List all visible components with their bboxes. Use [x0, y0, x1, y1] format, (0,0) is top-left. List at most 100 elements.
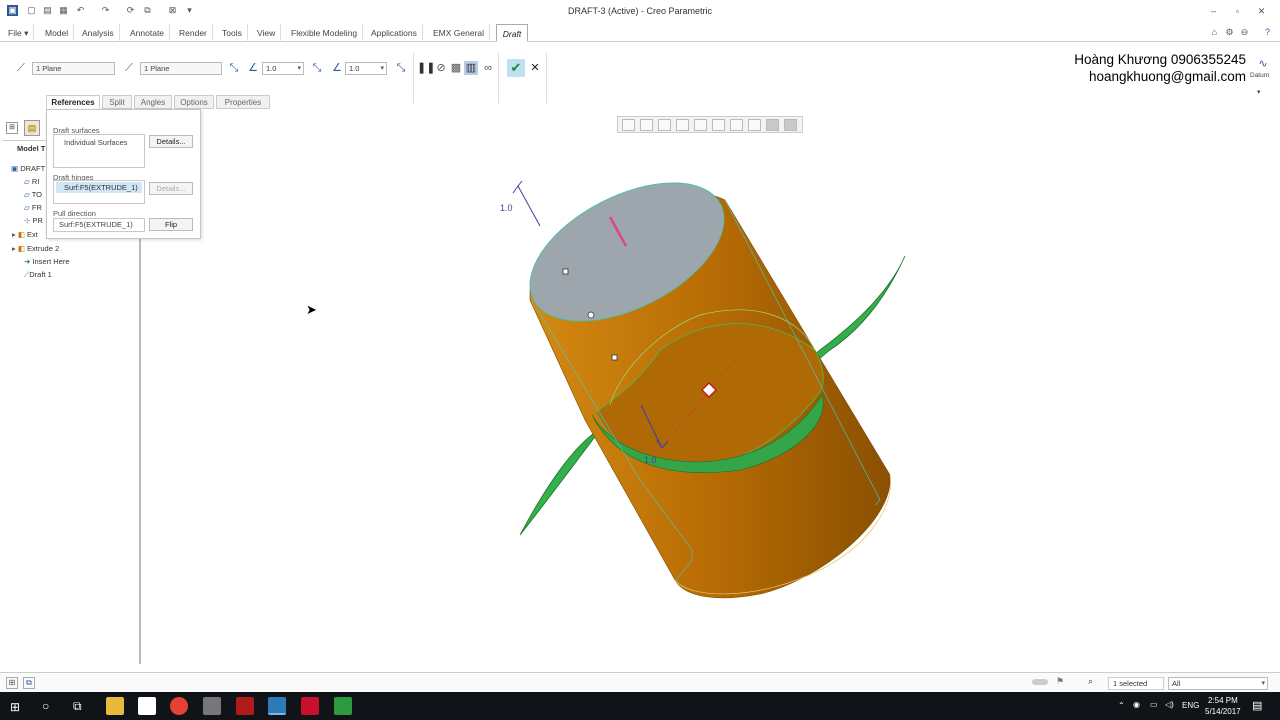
clock-time[interactable]: 2:54 PM — [1208, 696, 1238, 705]
tab-annotate[interactable]: Annotate — [125, 24, 171, 42]
tab-model[interactable]: Model — [40, 24, 75, 42]
file-explorer-icon[interactable] — [106, 697, 124, 715]
folder-browser-icon[interactable]: ▤ — [24, 120, 40, 136]
glasses-icon[interactable]: ∞ — [481, 61, 495, 75]
tree-toggle-icon[interactable]: ⊞ — [6, 677, 18, 689]
subtab-properties[interactable]: Properties — [216, 95, 270, 109]
view-manager-icon[interactable] — [730, 119, 743, 131]
flip-button[interactable]: Flip — [149, 218, 193, 231]
task-view-icon[interactable]: ⧉ — [73, 699, 82, 714]
tab-view[interactable]: View — [252, 24, 282, 42]
preview-icon[interactable]: ▩ — [449, 61, 463, 75]
tab-emx-general[interactable]: EMX General — [428, 24, 491, 42]
no-preview-icon[interactable]: ⊘ — [434, 61, 448, 75]
angle-label-2[interactable]: 1.0 — [644, 455, 657, 465]
saved-orientations-icon[interactable] — [712, 119, 725, 131]
datum-display-icon[interactable] — [766, 119, 779, 131]
settings-icon[interactable]: ⚙ — [1224, 27, 1235, 38]
power-icon[interactable]: ▭ — [1150, 700, 1158, 709]
flip-side-icon[interactable]: ⤡ — [394, 61, 408, 75]
zoom-out-icon[interactable] — [658, 119, 671, 131]
tree-item-extrude-1[interactable]: ▸ ◧ Ext — [12, 230, 38, 239]
subtab-split[interactable]: Split — [102, 95, 132, 109]
pull-axis — [659, 359, 736, 451]
datum-expand-icon[interactable]: ▾ — [1257, 88, 1261, 96]
tree-view-icon[interactable]: ⊞ — [6, 122, 18, 134]
language-indicator[interactable]: ENG — [1182, 701, 1199, 710]
windows-start-icon[interactable]: ⊞ — [10, 700, 20, 714]
flag-icon[interactable]: ⚑ — [1056, 676, 1064, 687]
draft-hinges-item[interactable]: Surf:F5(EXTRUDE_1) — [56, 182, 142, 193]
draft-surfaces-details-button[interactable]: Details... — [149, 135, 193, 148]
perspective-icon[interactable] — [748, 119, 761, 131]
drag-handle-2 — [587, 311, 595, 319]
search-icon[interactable]: ○ — [42, 699, 49, 713]
display-style-icon[interactable] — [694, 119, 707, 131]
volume-icon[interactable]: ◁) — [1165, 700, 1174, 709]
close-icon[interactable]: ✕ — [1256, 6, 1267, 17]
subtab-angles[interactable]: Angles — [134, 95, 172, 109]
ok-check-icon[interactable]: ✔ — [507, 59, 525, 77]
tab-tools[interactable]: Tools — [217, 24, 248, 42]
divider — [498, 53, 499, 103]
cylinder-top-cap — [529, 182, 725, 322]
find-icon[interactable]: ⌕ — [1088, 676, 1093, 687]
subtab-options[interactable]: Options — [174, 95, 214, 109]
camtasia-icon[interactable] — [334, 697, 352, 715]
expand-arrow-icon[interactable]: ▸ — [12, 230, 16, 239]
creo-icon[interactable] — [268, 697, 286, 715]
tab-file[interactable]: File ▾ — [3, 24, 35, 42]
tab-render[interactable]: Render — [174, 24, 213, 42]
clock-date[interactable]: 5/14/2017 — [1205, 707, 1241, 716]
store-icon[interactable] — [138, 697, 156, 715]
hinge-field-2[interactable]: 1 Plane — [140, 62, 222, 75]
matlab-icon[interactable] — [236, 697, 254, 715]
notifications-icon[interactable]: ▤ — [1252, 699, 1262, 712]
calculator-icon[interactable] — [203, 697, 221, 715]
tree-item-extrude-2[interactable]: ▸ ◧ Extrude 2 — [12, 244, 59, 253]
tree-item-right[interactable]: ▱ RI — [24, 177, 39, 186]
tree-item-draft-1[interactable]: ⟋Draft 1 — [24, 270, 52, 280]
tab-flexible-modeling[interactable]: Flexible Modeling — [286, 24, 364, 42]
annotation-display-icon[interactable] — [784, 119, 797, 131]
pull-direction-collector[interactable]: Surf:F5(EXTRUDE_1) — [53, 218, 145, 232]
datum-icon[interactable]: ∿ — [1252, 58, 1274, 70]
help-icon[interactable]: ? — [1262, 27, 1273, 38]
hinge-field-1[interactable]: 1 Plane — [32, 62, 115, 75]
refit-icon[interactable] — [622, 119, 635, 131]
tab-draft[interactable]: Draft — [496, 24, 528, 42]
subtab-references[interactable]: References — [46, 95, 100, 109]
verify-icon[interactable]: ▥ — [464, 61, 478, 75]
network-icon[interactable]: ◉ — [1133, 700, 1140, 709]
tray-arrow-icon[interactable]: ⌃ — [1118, 701, 1125, 710]
zoom-in-icon[interactable] — [640, 119, 653, 131]
tree-item-prt-csys[interactable]: ⊹ PR — [24, 216, 43, 225]
filter-dropdown[interactable]: All — [1168, 677, 1268, 690]
flip-angle-2-icon[interactable]: ⤡ — [310, 61, 324, 75]
datum-label[interactable]: Datum — [1250, 72, 1269, 79]
browser-toggle-icon[interactable]: ⧉ — [23, 677, 35, 689]
flip-angle-icon[interactable]: ⤡ — [227, 61, 241, 75]
tree-item-top[interactable]: ▱ TO — [24, 190, 42, 199]
expand-arrow-icon[interactable]: ▸ — [12, 244, 16, 253]
cancel-x-icon[interactable]: ✕ — [528, 61, 542, 75]
tab-analysis[interactable]: Analysis — [77, 24, 120, 42]
angle-label-1[interactable]: 1.0 — [500, 203, 513, 213]
draft-surfaces-collector[interactable]: Individual Surfaces — [53, 134, 145, 168]
pause-icon[interactable]: ❚❚ — [417, 61, 435, 75]
maximize-icon[interactable]: ▫ — [1232, 6, 1243, 17]
community-icon[interactable]: ⊖ — [1239, 27, 1250, 38]
minimize-icon[interactable]: – — [1208, 6, 1219, 17]
angle-1-dropdown[interactable]: 1.0 — [262, 62, 304, 75]
tree-item-insert-here[interactable]: ➜ Insert Here — [24, 257, 70, 266]
datum-plane-icon: ▱ — [24, 190, 30, 199]
tree-item-draft[interactable]: ▣ DRAFT — [11, 164, 45, 173]
help-up-icon[interactable]: ⌂ — [1209, 27, 1220, 38]
draft-hinges-collector[interactable]: Surf:F5(EXTRUDE_1) — [53, 180, 145, 204]
chrome-icon[interactable] — [170, 697, 188, 715]
tree-item-front[interactable]: ▱ FR — [24, 203, 42, 212]
angle-2-dropdown[interactable]: 1.0 — [345, 62, 387, 75]
tab-applications[interactable]: Applications — [366, 24, 423, 42]
autocad-icon[interactable] — [301, 697, 319, 715]
repaint-icon[interactable] — [676, 119, 689, 131]
